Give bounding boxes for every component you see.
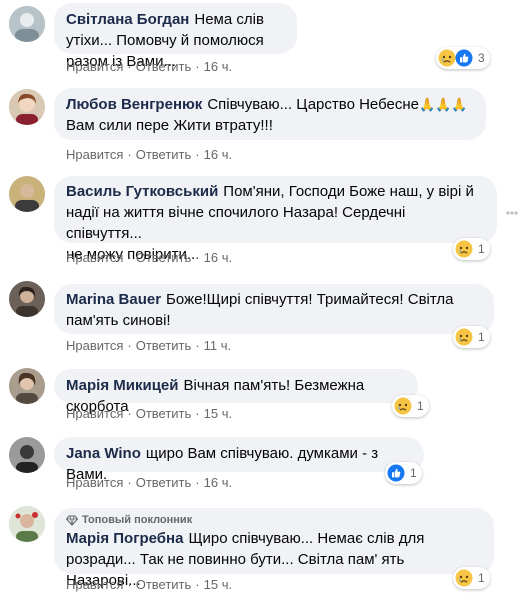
- reaction-summary[interactable]: 3: [436, 47, 490, 69]
- reply-button[interactable]: Ответить: [136, 250, 192, 266]
- comment-bubble: Топовый поклонник Марія Погребна Щиро спі…: [54, 508, 494, 589]
- comment-time[interactable]: 16 ч.: [204, 250, 232, 266]
- avatar[interactable]: [9, 89, 45, 125]
- reaction-summary[interactable]: 1: [453, 326, 490, 348]
- sad-emoji-icon: [394, 397, 412, 415]
- reaction-summary[interactable]: 1: [392, 395, 429, 417]
- sad-emoji-icon: [455, 328, 473, 346]
- like-button[interactable]: Нравится: [66, 406, 123, 422]
- avatar[interactable]: [9, 281, 45, 317]
- more-options-icon[interactable]: [506, 211, 518, 215]
- top-fan-label: Топовый поклонник: [82, 514, 193, 526]
- comment-bubble: Jana Wino щиро Вам співчуваю. думками - з…: [54, 437, 424, 483]
- reply-button[interactable]: Ответить: [136, 475, 192, 491]
- comment-actions: Нравится · Ответить · 15 ч.: [66, 577, 233, 593]
- like-button[interactable]: Нравится: [66, 59, 123, 75]
- reaction-count: 1: [417, 399, 424, 413]
- comment-text: надії на життя вічне спочилого Назара! С…: [66, 204, 406, 242]
- comment-time[interactable]: 15 ч.: [204, 406, 232, 422]
- reaction-count: 1: [478, 242, 485, 256]
- avatar[interactable]: [9, 368, 45, 404]
- like-button[interactable]: Нравится: [66, 338, 123, 354]
- reaction-count: 1: [478, 571, 485, 585]
- comment-actions: Нравится · Ответить · 16 ч.: [66, 59, 233, 75]
- like-emoji-icon: [455, 49, 473, 67]
- reply-button[interactable]: Ответить: [136, 406, 192, 422]
- comment-actions: Нравится · Ответить · 15 ч.: [66, 406, 233, 422]
- comment-actions: Нравится · Ответить · 16 ч.: [66, 475, 233, 491]
- reaction-count: 1: [410, 466, 417, 480]
- sad-emoji-icon: [455, 569, 473, 587]
- comment-time[interactable]: 16 ч.: [204, 475, 232, 491]
- avatar[interactable]: [9, 176, 45, 212]
- comment-text: Боже!Щирі співчуття! Тримайтеся! Світла: [166, 291, 454, 308]
- comment-time[interactable]: 11 ч.: [204, 338, 232, 354]
- praying-hands-emoji: 🙏🙏🙏: [418, 97, 468, 112]
- reaction-count: 3: [478, 51, 485, 65]
- like-emoji-icon: [387, 464, 405, 482]
- comment-time[interactable]: 16 ч.: [204, 147, 232, 163]
- comment-text: Пом'яни, Господи Боже наш, у вірі й: [223, 183, 474, 200]
- reply-button[interactable]: Ответить: [136, 147, 192, 163]
- reply-button[interactable]: Ответить: [136, 577, 192, 593]
- comment-author[interactable]: Любов Венгренюк: [66, 96, 202, 113]
- top-fan-badge: Топовый поклонник: [66, 513, 482, 527]
- comment-text: Вам сили пере Жити втрату!!!: [66, 117, 273, 134]
- comment-bubble: Любов Венгренюк Співчуваю... Царство Небе…: [54, 88, 486, 140]
- comment-text: Щиро співчуваю... Немає слів для: [188, 530, 425, 547]
- comment-actions: Нравится · Ответить · 16 ч.: [66, 250, 233, 266]
- reply-button[interactable]: Ответить: [136, 59, 192, 75]
- comment-author[interactable]: Марія Погребна: [66, 530, 183, 547]
- comment-bubble: Василь Гутковський Пом'яни, Господи Боже …: [54, 176, 497, 263]
- avatar[interactable]: [9, 6, 45, 42]
- sad-emoji-icon: [455, 240, 473, 258]
- comment-actions: Нравится · Ответить · 16 ч.: [66, 147, 233, 163]
- reaction-summary[interactable]: 1: [453, 567, 490, 589]
- comment-bubble: Marina Bauer Боже!Щирі співчуття! Тримайт…: [54, 284, 494, 334]
- comment-text: пам'ять синові!: [66, 312, 171, 329]
- reply-button[interactable]: Ответить: [136, 338, 192, 354]
- diamond-icon: [66, 514, 78, 526]
- comment-bubble: Світлана Богдан Нема слів утіхи... Помовч…: [54, 3, 297, 70]
- comment-author[interactable]: Jana Wino: [66, 445, 141, 462]
- comment-author[interactable]: Світлана Богдан: [66, 11, 189, 28]
- sad-emoji-icon: [438, 49, 456, 67]
- avatar[interactable]: [9, 506, 45, 542]
- reaction-summary[interactable]: 1: [453, 238, 490, 260]
- avatar[interactable]: [9, 437, 45, 473]
- comment-author[interactable]: Василь Гутковський: [66, 183, 218, 200]
- comment-time[interactable]: 15 ч.: [204, 577, 232, 593]
- like-button[interactable]: Нравится: [66, 250, 123, 266]
- like-button[interactable]: Нравится: [66, 147, 123, 163]
- reaction-count: 1: [478, 330, 485, 344]
- comment-time[interactable]: 16 ч.: [204, 59, 232, 75]
- comment-text: Співчуваю... Царство Небесне: [207, 96, 419, 113]
- comment-author[interactable]: Марія Микицей: [66, 377, 179, 394]
- reaction-summary[interactable]: 1: [385, 462, 422, 484]
- like-button[interactable]: Нравится: [66, 475, 123, 491]
- comment-author[interactable]: Marina Bauer: [66, 291, 161, 308]
- comment-actions: Нравится · Ответить · 11 ч.: [66, 338, 232, 354]
- like-button[interactable]: Нравится: [66, 577, 123, 593]
- comment-bubble: Марія Микицей Вічная пам'ять! Безмежна ск…: [54, 369, 418, 415]
